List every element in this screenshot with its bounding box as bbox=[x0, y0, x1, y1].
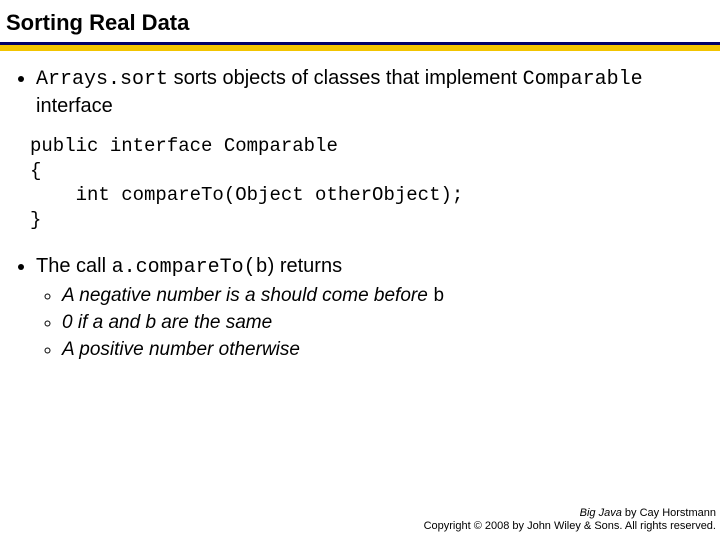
bullet-compareto: The call a.compareTo(b) returns A negati… bbox=[36, 253, 708, 363]
footer-book-title: Big Java bbox=[580, 507, 622, 519]
sub-bullet-zero: 0 if a and b are the same bbox=[62, 310, 708, 336]
code-comparable: Comparable bbox=[523, 68, 643, 91]
footer-author: by Cay Horstmann bbox=[622, 507, 716, 519]
bullet-list: The call a.compareTo(b) returns A negati… bbox=[16, 253, 708, 363]
footer-copyright: Copyright © 2008 by John Wiley & Sons. A… bbox=[424, 520, 716, 534]
code-arrays-sort: Arrays.sort bbox=[36, 68, 168, 91]
page-title: Sorting Real Data bbox=[0, 0, 720, 42]
text-segment: sorts objects of classes that implement bbox=[168, 67, 523, 89]
footer: Big Java by Cay Horstmann Copyright © 20… bbox=[424, 507, 716, 535]
text-segment: The call bbox=[36, 255, 112, 277]
footer-line-1: Big Java by Cay Horstmann bbox=[424, 507, 716, 521]
sub-bullet-list: A negative number is a should come befor… bbox=[36, 283, 708, 363]
text-segment: ) returns bbox=[268, 255, 342, 277]
text-segment: interface bbox=[36, 95, 113, 117]
text-segment: A negative number is a should come befor… bbox=[62, 285, 433, 306]
content-area: Arrays.sort sorts objects of classes tha… bbox=[0, 51, 720, 363]
code-b: b bbox=[433, 285, 444, 307]
sub-bullet-positive: A positive number otherwise bbox=[62, 337, 708, 363]
code-block: public interface Comparable { int compar… bbox=[30, 134, 708, 233]
code-compareto: a.compareTo(b bbox=[112, 256, 268, 279]
bullet-list: Arrays.sort sorts objects of classes tha… bbox=[16, 65, 708, 120]
bullet-arrays-sort: Arrays.sort sorts objects of classes tha… bbox=[36, 65, 708, 120]
sub-bullet-negative: A negative number is a should come befor… bbox=[62, 283, 708, 310]
